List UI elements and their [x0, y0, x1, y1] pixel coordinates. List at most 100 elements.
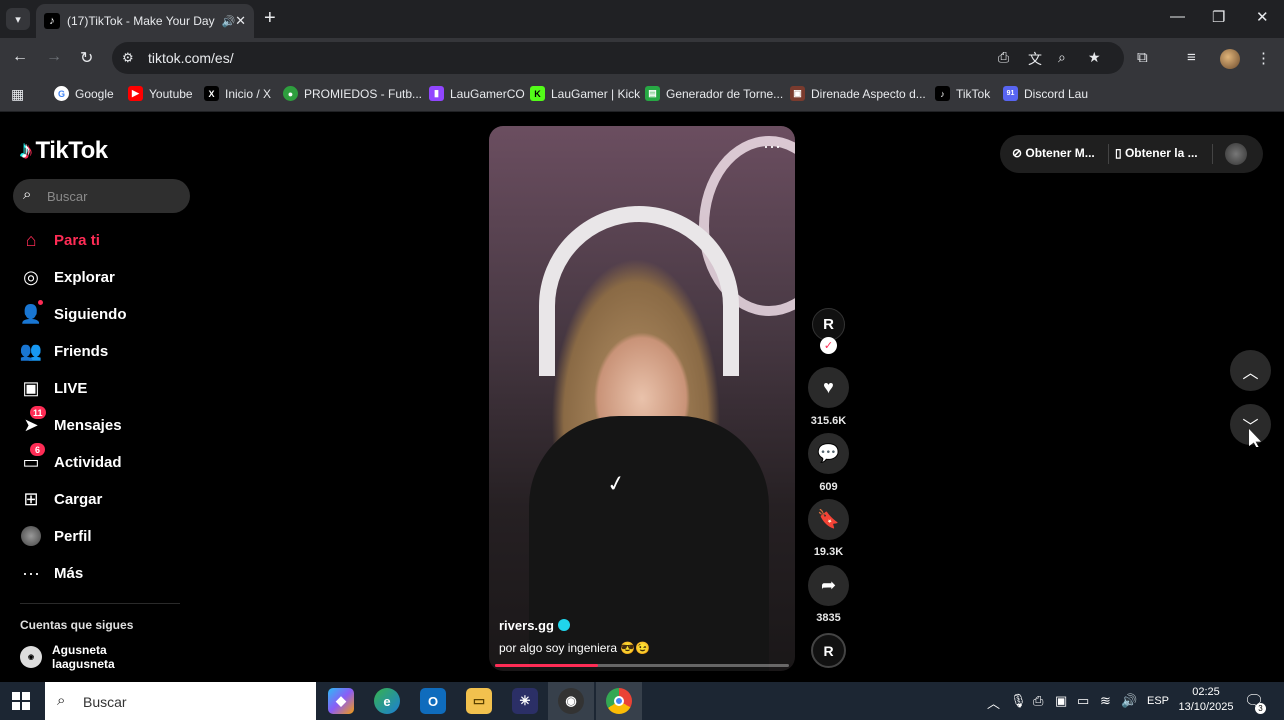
sidebar-item-perfil[interactable]: Perfil	[20, 523, 92, 549]
user-avatar[interactable]	[1225, 143, 1247, 165]
sidebar-item-siguiendo[interactable]: 👤 Siguiendo	[20, 300, 127, 327]
verified-icon	[557, 619, 570, 631]
zoom-icon[interactable]: ⌕	[1058, 49, 1066, 66]
bracket-icon: ▤	[645, 86, 660, 101]
sidebar-item-mensajes[interactable]: ➤ 11 Mensajes	[20, 406, 122, 438]
obs-icon[interactable]: ◉	[558, 688, 584, 714]
tab-search-button[interactable]: ▾	[6, 8, 30, 30]
outlook-icon[interactable]: O	[420, 688, 446, 714]
previous-video-button[interactable]: ︿	[1230, 350, 1271, 391]
sidebar-item-para-ti[interactable]: ⌂ Para ti	[20, 227, 100, 253]
tiktok-logo[interactable]: ♪ TikTok	[20, 137, 108, 165]
save-button[interactable]: 🔖	[808, 499, 849, 540]
bookmark-promiedos[interactable]: ● PROMIEDOS - Futb...	[283, 86, 422, 101]
back-icon[interactable]: ←	[12, 48, 28, 66]
bookmark-kick[interactable]: K LauGamer | Kick	[530, 86, 640, 101]
profile-avatar[interactable]	[1220, 49, 1240, 69]
translate-icon[interactable]: 文	[1028, 49, 1042, 69]
search-input[interactable]: ⌕ Buscar	[13, 179, 190, 213]
sidebar-item-mas[interactable]: ··· Más	[20, 560, 83, 586]
screen-icon[interactable]: ▣	[1055, 693, 1067, 709]
sidebar-item-explorar[interactable]: ◎ Explorar	[20, 264, 115, 290]
active-tab[interactable]: ♪ (17)TikTok - Make Your Day 🔊 ✕	[36, 4, 254, 38]
more-options-icon[interactable]: ···	[763, 136, 781, 157]
new-dot	[38, 300, 43, 305]
forward-icon[interactable]: →	[46, 48, 62, 66]
bookmark-google[interactable]: G Google	[54, 86, 114, 101]
taskbar-search[interactable]: ⌕ Buscar	[45, 682, 316, 720]
tray-chevron-icon[interactable]: ︿	[987, 693, 1000, 712]
speaker-icon[interactable]: 🔊	[222, 15, 236, 28]
tiktok-icon: ♪	[44, 13, 60, 29]
url-text[interactable]: tiktok.com/es/	[148, 50, 234, 66]
notification-count: 3	[1255, 703, 1266, 714]
video-username[interactable]: rivers.gg	[499, 618, 570, 633]
sidebar-item-friends[interactable]: 👥 Friends	[20, 338, 108, 364]
friends-icon: 👥	[19, 340, 43, 361]
site-info-icon[interactable]: ⚙	[122, 50, 134, 66]
close-window-icon[interactable]: ✕	[1256, 8, 1269, 26]
tab-title: (17)TikTok - Make Your Day	[67, 14, 215, 28]
share-count: 3835	[816, 612, 841, 624]
bookmark-torneos[interactable]: ▤ Generador de Torne...	[645, 86, 783, 101]
taskbar-clock[interactable]: 02:25 13/10/2025	[1174, 685, 1238, 715]
bookmark-youtube[interactable]: ▶ Youtube	[128, 86, 193, 101]
close-tab-icon[interactable]: ✕	[235, 13, 246, 29]
heart-icon: ♥	[823, 377, 834, 397]
sidebar-item-cargar[interactable]: ⊞ Cargar	[20, 486, 102, 512]
sidebar-item-live[interactable]: ▣ LIVE	[20, 375, 87, 401]
volume-icon[interactable]: 🔊	[1121, 693, 1137, 709]
apps-grid-icon[interactable]: ▦	[11, 86, 24, 103]
minimize-icon[interactable]: —	[1170, 8, 1185, 25]
address-bar[interactable]: ⚙ tiktok.com/es/ ⎙ 文 ⌕ ★	[112, 42, 1124, 74]
bookmark-aspecto[interactable]: ▣ Direnade Aspecto d...	[790, 86, 926, 101]
wifi-icon[interactable]: ≋	[1100, 693, 1111, 709]
video-player[interactable]: ✓ ··· rivers.gg por algo soy ingeniera 😎…	[489, 126, 795, 671]
avatar: ◉	[20, 646, 42, 668]
share-button[interactable]: ➦	[808, 565, 849, 606]
progress-fill	[495, 664, 598, 667]
comment-button[interactable]: 💬	[808, 433, 849, 474]
tray-app-icon[interactable]: ⎙	[1033, 693, 1043, 709]
bookmark-tiktok[interactable]: ♪ TikTok	[935, 86, 990, 101]
windows-start-icon[interactable]	[12, 692, 30, 710]
install-app-icon[interactable]: ⎙	[998, 49, 1009, 66]
media-control-icon[interactable]: ≡	[1187, 49, 1196, 66]
comment-icon: 💬	[817, 443, 840, 463]
battery-icon[interactable]: ▭	[1077, 693, 1089, 709]
bookmark-twitch[interactable]: ▮ LauGamerCO	[429, 86, 525, 101]
new-tab-button[interactable]: +	[264, 8, 276, 28]
copilot-icon[interactable]: ◆	[328, 688, 354, 714]
reload-icon[interactable]: ↻	[80, 48, 93, 68]
microphone-icon[interactable]: 🎙	[1010, 693, 1027, 709]
aspect-icon: ▣	[790, 86, 805, 101]
account-name: Agusneta	[52, 643, 107, 657]
bookmarks-bar: ▦ G Google ▶ Youtube X Inicio / X ● PROMIEDO…	[0, 78, 1284, 112]
profile-icon	[20, 525, 42, 547]
app-icon[interactable]: ✳	[512, 688, 538, 714]
following-account[interactable]: ◉ Agusneta laagusneta	[20, 643, 115, 671]
sidebar-item-actividad[interactable]: ▭ 6 Actividad	[20, 443, 122, 475]
video-progress-bar[interactable]	[495, 664, 789, 667]
file-explorer-icon[interactable]: ▭	[466, 688, 492, 714]
bookmark-x[interactable]: X Inicio / X	[204, 86, 271, 101]
get-app-button[interactable]: ▯ Obtener la ...	[1115, 146, 1198, 160]
chrome-icon[interactable]	[606, 688, 632, 714]
x-icon: X	[204, 86, 219, 101]
bookmark-discord[interactable]: 91 Discord Lau	[1003, 86, 1088, 101]
search-icon: ⌕	[57, 692, 66, 709]
promiedos-icon: ●	[283, 86, 298, 101]
restore-icon[interactable]: ❐	[1212, 8, 1225, 26]
language-indicator[interactable]: ESP	[1147, 695, 1169, 707]
edge-icon[interactable]: e	[374, 688, 400, 714]
follow-check-icon[interactable]: ✓	[820, 337, 837, 354]
windows-taskbar: ⌕ Buscar ◆ e O ▭ ✳ ◉ ︿ 🎙 ⎙ ▣ ▭ ≋ 🔊 ESP 0…	[0, 682, 1284, 720]
get-coins-button[interactable]: ⊘ Obtener M...	[1012, 146, 1095, 160]
like-button[interactable]: ♥	[808, 367, 849, 408]
sound-disc[interactable]: R	[811, 633, 846, 668]
save-count: 19.3K	[813, 546, 844, 558]
bookmark-star-icon[interactable]: ★	[1088, 49, 1101, 66]
tiktok-note-icon: ♪	[20, 137, 32, 164]
extensions-icon[interactable]: ⧉	[1137, 49, 1148, 66]
menu-icon[interactable]: ⋮	[1256, 49, 1271, 67]
